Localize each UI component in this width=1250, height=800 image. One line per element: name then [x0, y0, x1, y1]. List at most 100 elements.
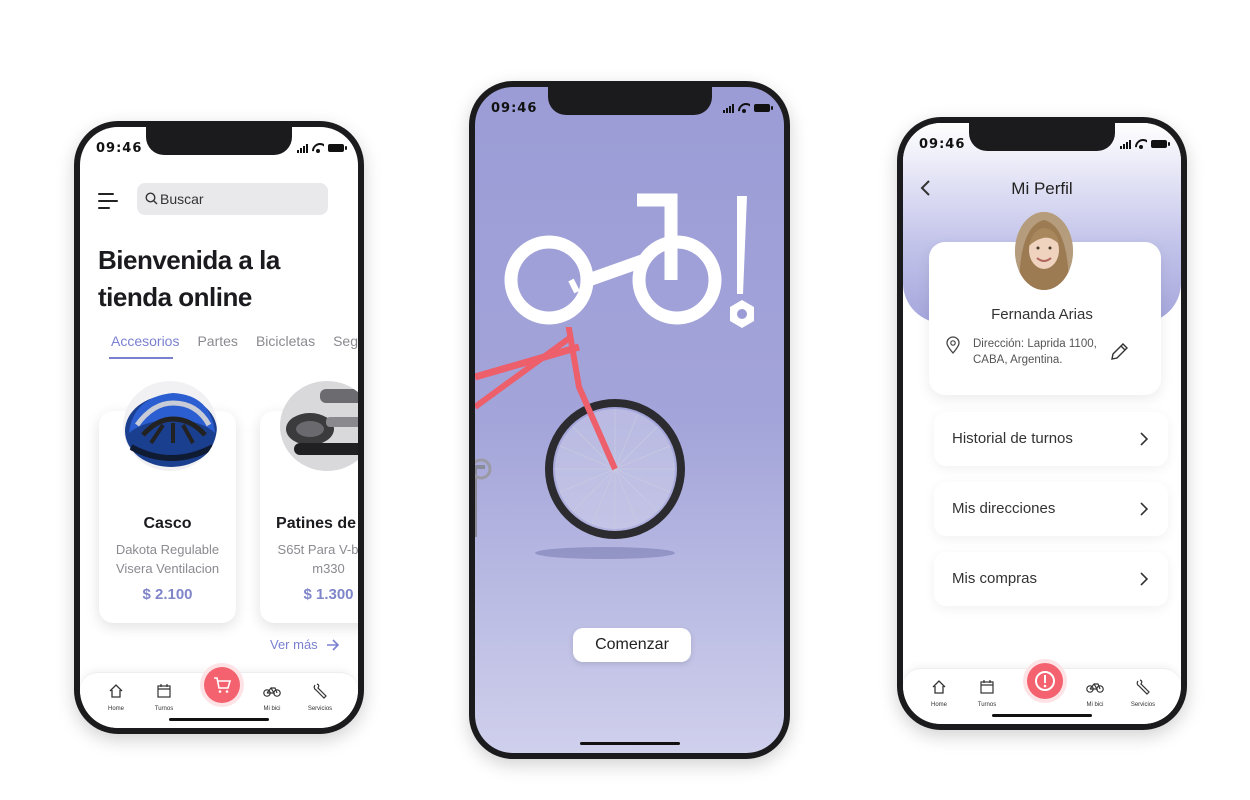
menu-item-historial[interactable]: Historial de turnos	[934, 412, 1168, 466]
product-description: Dakota Regulable Visera Ventilacion	[115, 542, 220, 576]
product-description: S65t Para V-b Br-m330	[277, 542, 358, 576]
wrench-icon	[1136, 679, 1150, 695]
profile-screen: 09:46 Mi Perfil Fernanda Arias Dirección…	[903, 123, 1181, 724]
search-icon	[145, 192, 158, 205]
helmet-icon	[125, 393, 217, 467]
bike-icon	[1086, 682, 1104, 693]
nav-servicios[interactable]: Servicios	[300, 683, 340, 712]
calendar-icon	[980, 680, 994, 694]
wifi-icon	[312, 143, 324, 153]
chevron-right-icon	[1140, 432, 1148, 446]
welcome-heading: Bienvenida a la tienda online	[98, 245, 280, 312]
user-photo	[1015, 212, 1073, 290]
battery-icon	[328, 144, 347, 152]
signal-icon	[723, 103, 734, 113]
phone-splash: 09:46 Comenzar	[469, 81, 790, 759]
signal-icon	[1120, 139, 1131, 149]
menu-icon[interactable]	[98, 193, 118, 209]
see-more-label: Ver más	[270, 637, 318, 652]
user-address: Dirección: Laprida 1100, CABA, Argentina…	[973, 338, 1097, 366]
wrench-icon	[313, 683, 327, 699]
user-name: Fernanda Arias	[991, 306, 1093, 323]
nav-servicios[interactable]: Servicios	[1123, 679, 1163, 708]
battery-icon	[754, 104, 773, 112]
home-indicator	[169, 718, 269, 721]
bike-icon	[263, 686, 281, 697]
tab-accesorios[interactable]: Accesorios	[111, 333, 179, 349]
battery-icon	[1151, 140, 1170, 148]
nav-turnos[interactable]: Turnos	[144, 683, 184, 712]
alert-button[interactable]	[1027, 663, 1063, 699]
menu-item-label: Mis compras	[952, 570, 1038, 587]
store-screen: 09:46 Buscar Bienvenida a la tienda onli…	[80, 127, 358, 728]
product-name: Patines de fre	[276, 515, 358, 532]
product-price: $ 2.100	[142, 586, 193, 603]
category-tabs: Accesorios Partes Bicicletas Segur	[111, 333, 358, 349]
home-icon	[109, 684, 123, 698]
nav-label: Home	[930, 702, 947, 708]
phone-profile: 09:46 Mi Perfil Fernanda Arias Dirección…	[897, 117, 1187, 730]
status-time: 09:46	[96, 141, 143, 156]
start-button[interactable]: Comenzar	[573, 628, 691, 662]
product-price: $ 1.300	[303, 586, 354, 603]
chevron-right-icon	[1140, 502, 1148, 516]
active-tab-indicator	[109, 357, 173, 359]
status-icons	[723, 103, 773, 113]
helmet-image	[123, 381, 217, 471]
avatar	[1015, 212, 1073, 290]
search-input[interactable]: Buscar	[137, 183, 328, 215]
phone-store: 09:46 Buscar Bienvenida a la tienda onli…	[74, 121, 364, 734]
brake-pads-image	[280, 381, 358, 471]
location-icon	[946, 336, 960, 354]
tab-bicicletas[interactable]: Bicicletas	[256, 333, 315, 349]
tab-partes[interactable]: Partes	[197, 333, 237, 349]
nav-turnos[interactable]: Turnos	[967, 679, 1007, 708]
stage: 09:46 Buscar Bienvenida a la tienda onli…	[0, 0, 1250, 800]
chevron-right-icon	[1140, 572, 1148, 586]
status-bar: 09:46	[475, 101, 784, 117]
brake-pads-icon	[280, 381, 358, 471]
status-time: 09:46	[491, 101, 538, 116]
product-card[interactable]: Patines de fre S65t Para V-b Br-m330 $ 1…	[260, 381, 358, 623]
status-time: 09:46	[919, 137, 966, 152]
nav-home[interactable]: Home	[96, 683, 136, 712]
nav-label: Turnos	[977, 702, 997, 708]
bike-illustration	[475, 327, 685, 559]
nav-mi-bici[interactable]: Mi bici	[1075, 679, 1115, 708]
signal-icon	[297, 143, 308, 153]
status-icons	[1120, 139, 1170, 149]
cart-button[interactable]	[204, 667, 240, 703]
cart-icon	[214, 677, 231, 693]
calendar-icon	[157, 684, 171, 698]
status-bar: 09:46	[80, 141, 358, 157]
tab-seguridad[interactable]: Segur	[333, 333, 358, 349]
app-logo	[504, 193, 754, 328]
nav-label: Home	[107, 706, 124, 712]
page-title: Mi Perfil	[1011, 179, 1073, 198]
nav-label: Turnos	[154, 706, 174, 712]
home-indicator	[992, 714, 1092, 717]
search-placeholder: Buscar	[160, 191, 204, 207]
nav-mi-bici[interactable]: Mi bici	[252, 683, 292, 712]
nav-label: Servicios	[1130, 702, 1156, 708]
home-indicator	[580, 742, 680, 745]
menu-item-label: Mis direcciones	[952, 500, 1056, 517]
status-icons	[297, 143, 347, 153]
nav-label: Mi bici	[263, 706, 281, 712]
pencil-icon[interactable]	[1109, 342, 1129, 362]
product-card[interactable]: Casco Dakota Regulable Visera Ventilacio…	[99, 381, 236, 623]
product-name: Casco	[143, 515, 192, 532]
nav-label: Servicios	[307, 706, 333, 712]
wifi-icon	[738, 103, 750, 113]
see-more-link[interactable]: Ver más	[270, 637, 340, 652]
menu-item-direcciones[interactable]: Mis direcciones	[934, 482, 1168, 536]
menu-item-compras[interactable]: Mis compras	[934, 552, 1168, 606]
status-bar: 09:46	[903, 137, 1181, 153]
splash-screen: 09:46 Comenzar	[475, 87, 784, 753]
nav-home[interactable]: Home	[919, 679, 959, 708]
arrow-right-icon	[326, 638, 339, 651]
nav-label: Mi bici	[1086, 702, 1104, 708]
home-icon	[932, 680, 946, 694]
wifi-icon	[1135, 139, 1147, 149]
alert-icon	[1035, 671, 1055, 691]
